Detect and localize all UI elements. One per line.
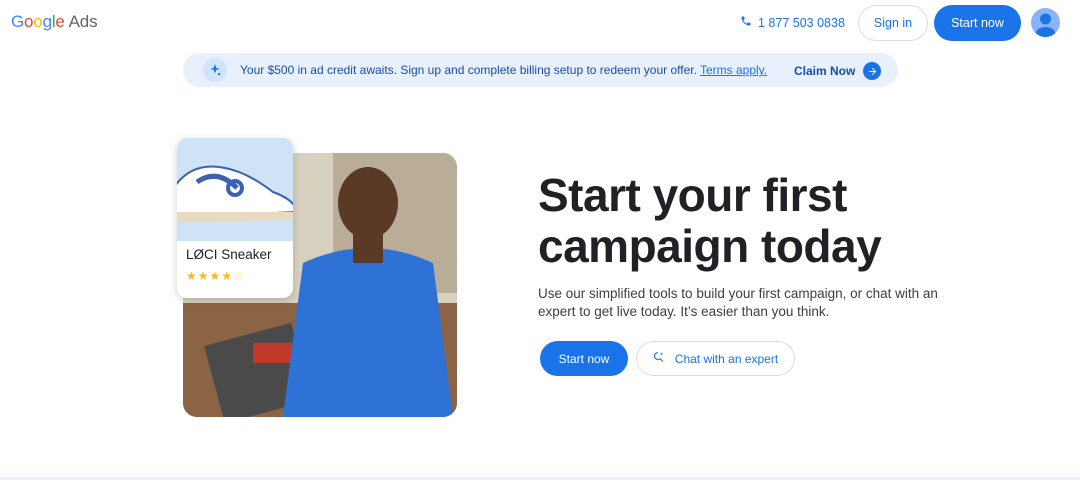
star-icon: ☆ (233, 269, 245, 283)
phone-link[interactable]: 1 877 503 0838 (740, 15, 845, 30)
sparkle-icon (203, 58, 227, 82)
hero-headline: Start your first campaign today (538, 169, 882, 272)
star-rating: ★★★★☆ (186, 269, 245, 283)
terms-link[interactable]: Terms apply. (700, 63, 767, 77)
product-card: LØCI Sneaker ★★★★☆ (177, 138, 293, 298)
start-now-button[interactable]: Start now (540, 341, 628, 376)
sign-in-button[interactable]: Sign in (858, 5, 928, 41)
start-now-header-button[interactable]: Start now (934, 5, 1021, 41)
star-icon: ★ (197, 269, 210, 283)
chat-with-expert-button[interactable]: Chat with an expert (636, 341, 795, 376)
arrow-right-icon (863, 62, 882, 80)
chat-icon (653, 351, 665, 366)
phone-icon (740, 15, 752, 30)
star-icon: ★ (221, 269, 234, 283)
google-ads-logo[interactable]: Google Ads (11, 12, 98, 32)
promo-text: Your $500 in ad credit awaits. Sign up a… (240, 63, 768, 77)
product-name: LØCI Sneaker (186, 247, 272, 262)
phone-number: 1 877 503 0838 (758, 15, 845, 30)
avatar[interactable] (1031, 8, 1060, 37)
top-nav: Google Ads 1 877 503 0838 Sign in Start n… (0, 0, 1080, 46)
claim-now-link[interactable]: Claim Now (794, 62, 882, 80)
promo-banner: Your $500 in ad credit awaits. Sign up a… (183, 53, 898, 87)
star-icon: ★ (186, 269, 198, 283)
star-icon: ★ (209, 269, 222, 283)
hero-subtext: Use our simplified tools to build your f… (538, 286, 938, 319)
sneaker-image (177, 138, 293, 241)
